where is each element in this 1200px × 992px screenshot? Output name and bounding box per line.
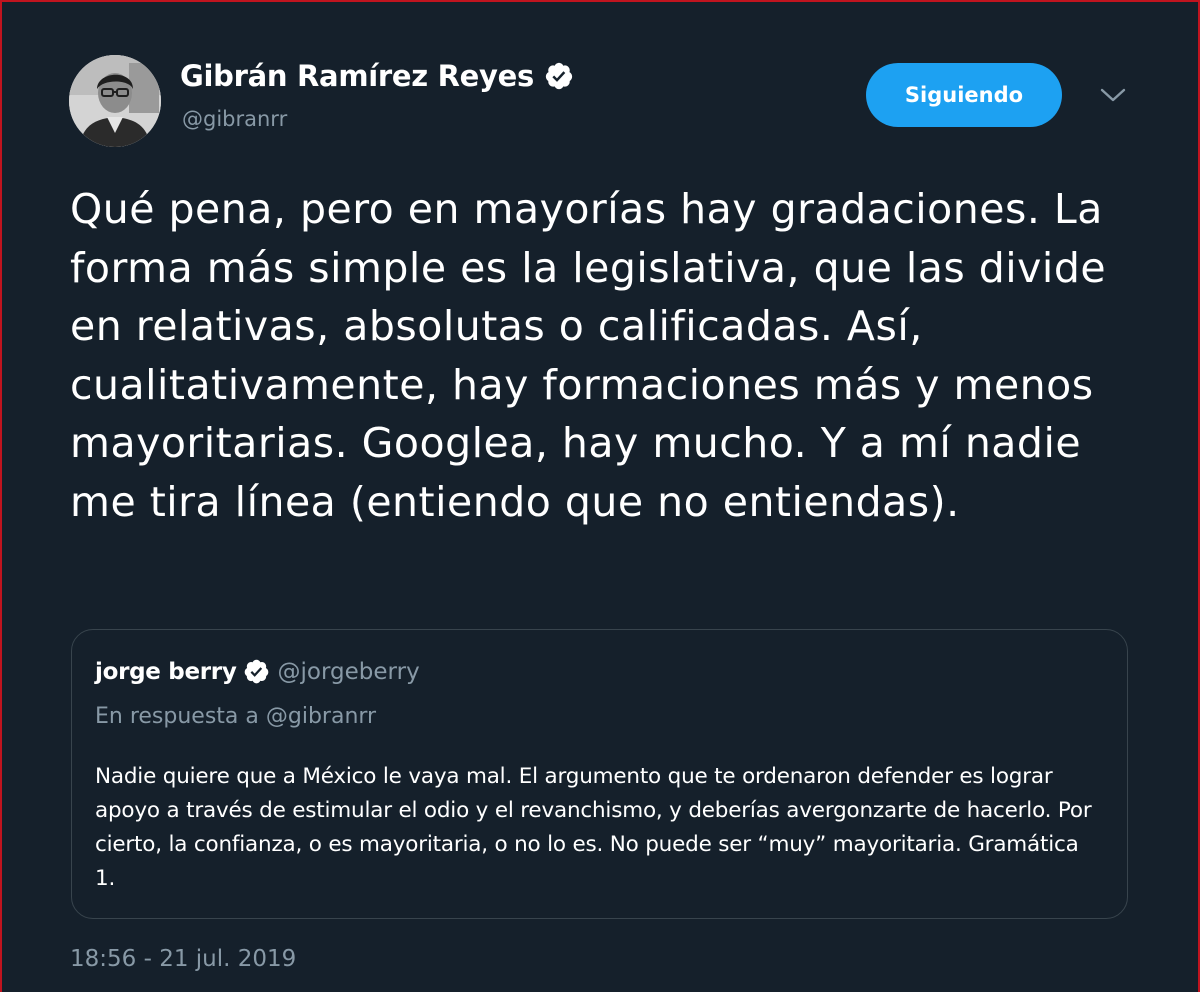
quoted-author-name: jorge berry: [95, 658, 237, 685]
verified-badge-icon: [243, 658, 270, 685]
reply-prefix: En respuesta a: [95, 704, 259, 729]
reply-context: En respuesta a @gibranrr: [95, 704, 376, 729]
quoted-tweet-card[interactable]: jorge berry @jorgeberry En respuesta a @…: [71, 629, 1128, 919]
avatar-photo: [69, 55, 161, 147]
following-button[interactable]: Siguiendo: [866, 63, 1062, 127]
author-handle[interactable]: @gibranrr: [182, 107, 287, 131]
quoted-tweet-text: Nadie quiere que a México le vaya mal. E…: [95, 764, 1092, 891]
reply-to-handle[interactable]: @gibranrr: [266, 704, 376, 729]
chevron-down-icon[interactable]: [1099, 85, 1127, 105]
quoted-tweet-header: jorge berry @jorgeberry: [95, 658, 420, 685]
author-name[interactable]: Gibrán Ramírez Reyes: [180, 59, 534, 93]
author-name-row: Gibrán Ramírez Reyes: [180, 59, 574, 93]
quoted-author-handle: @jorgeberry: [277, 658, 420, 685]
tweet-view: Gibrán Ramírez Reyes @gibranrr Siguiendo…: [0, 0, 1200, 992]
tweet-text: Qué pena, pero en mayorías hay gradacion…: [70, 185, 1107, 526]
verified-badge-icon: [544, 61, 574, 91]
avatar[interactable]: [69, 55, 161, 147]
tweet-timestamp[interactable]: 18:56 - 21 jul. 2019: [70, 946, 296, 972]
